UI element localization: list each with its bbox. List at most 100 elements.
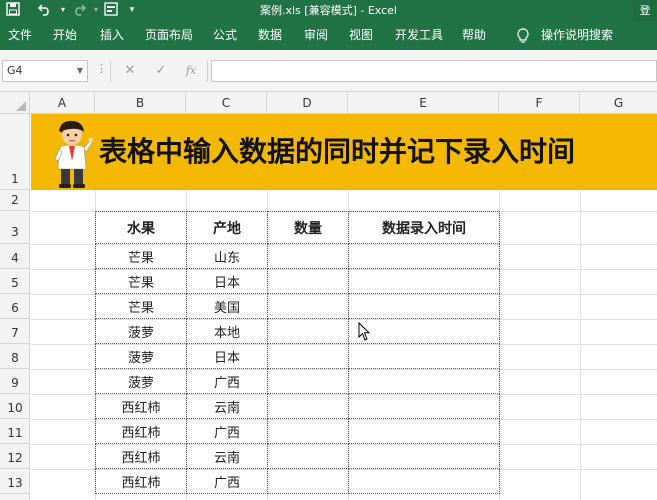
table-row: 西红柿 云南	[95, 393, 500, 419]
quantity-cell[interactable]	[267, 393, 349, 419]
tell-me-search[interactable]: 操作说明搜索	[541, 21, 613, 50]
table-row: 芒果 日本	[95, 268, 500, 294]
origin-cell[interactable]: 云南	[186, 393, 268, 419]
row-header[interactable]: 7	[0, 319, 30, 344]
tab-view[interactable]: 视图	[349, 21, 373, 50]
tab-file[interactable]: 文件	[8, 21, 32, 50]
tab-page-layout[interactable]: 页面布局	[145, 21, 193, 50]
splitter-icon[interactable]: ⋮	[96, 62, 107, 75]
origin-cell[interactable]: 美国	[186, 293, 268, 319]
entry-time-cell[interactable]	[348, 368, 500, 394]
chevron-down-icon[interactable]: ▼	[77, 61, 83, 81]
entry-time-cell[interactable]	[348, 268, 500, 294]
entry-time-cell[interactable]	[348, 343, 500, 369]
table-row: 菠萝 广西	[95, 368, 500, 394]
origin-cell[interactable]: 云南	[186, 443, 268, 469]
fruit-cell[interactable]: 菠萝	[95, 318, 187, 344]
header-quantity[interactable]: 数量	[267, 211, 349, 244]
quantity-cell[interactable]	[267, 443, 349, 469]
tab-help[interactable]: 帮助	[462, 21, 486, 50]
table-row: 西红柿 云南	[95, 443, 500, 469]
entry-time-cell[interactable]	[348, 418, 500, 444]
header-origin[interactable]: 产地	[186, 211, 268, 244]
fruit-cell[interactable]: 菠萝	[95, 343, 187, 369]
row-header[interactable]: 4	[0, 244, 30, 269]
entry-time-cell[interactable]	[348, 243, 500, 269]
entry-time-cell[interactable]	[348, 468, 500, 494]
origin-cell[interactable]: 山东	[186, 243, 268, 269]
column-header-b[interactable]: B	[95, 92, 186, 114]
row-header[interactable]: 6	[0, 294, 30, 319]
row-header[interactable]: 10	[0, 394, 30, 419]
mouse-pointer-icon	[358, 322, 371, 341]
quantity-cell[interactable]	[267, 418, 349, 444]
row-header[interactable]: 5	[0, 269, 30, 294]
fruit-cell[interactable]: 菠萝	[95, 368, 187, 394]
row-header[interactable]: 9	[0, 369, 30, 394]
entry-time-cell[interactable]	[348, 443, 500, 469]
fruit-cell[interactable]: 西红柿	[95, 393, 187, 419]
insert-function-icon[interactable]: fx	[181, 62, 201, 80]
row-header[interactable]: 2	[0, 190, 30, 211]
fruit-cell[interactable]: 芒果	[95, 268, 187, 294]
enter-icon[interactable]: ✓	[151, 62, 171, 80]
banner-title: 表格中输入数据的同时并记下录入时间	[99, 135, 576, 168]
column-header-e[interactable]: E	[348, 92, 499, 114]
businessman-mascot-icon	[54, 120, 93, 188]
fruit-cell[interactable]: 西红柿	[95, 443, 187, 469]
quantity-cell[interactable]	[267, 318, 349, 344]
table-row: 芒果 山东	[95, 243, 500, 269]
login-button[interactable]: 登	[633, 0, 657, 21]
column-header-a[interactable]: A	[30, 92, 95, 114]
column-header-g[interactable]: G	[580, 92, 657, 114]
table-row: 菠萝 本地	[95, 318, 500, 344]
column-header-c[interactable]: C	[186, 92, 267, 114]
table-header-row: 水果 产地 数量 数据录入时间	[95, 211, 500, 244]
header-fruit[interactable]: 水果	[95, 211, 187, 244]
row-header[interactable]: 12	[0, 444, 30, 469]
fruit-cell[interactable]: 西红柿	[95, 468, 187, 494]
origin-cell[interactable]: 广西	[186, 368, 268, 394]
origin-cell[interactable]: 日本	[186, 343, 268, 369]
fruit-cell[interactable]: 芒果	[95, 243, 187, 269]
quantity-cell[interactable]	[267, 368, 349, 394]
tab-developer[interactable]: 开发工具	[395, 21, 443, 50]
origin-cell[interactable]: 日本	[186, 268, 268, 294]
row-header[interactable]: 11	[0, 419, 30, 444]
tab-review[interactable]: 审阅	[304, 21, 328, 50]
select-all-button[interactable]	[0, 92, 30, 114]
tab-insert[interactable]: 插入	[100, 21, 124, 50]
row-header[interactable]: 8	[0, 344, 30, 369]
tab-formulas[interactable]: 公式	[213, 21, 237, 50]
fruit-cell[interactable]: 西红柿	[95, 418, 187, 444]
quantity-cell[interactable]	[267, 468, 349, 494]
quantity-cell[interactable]	[267, 343, 349, 369]
title-banner[interactable]: 表格中输入数据的同时并记下录入时间	[31, 114, 657, 190]
row-header[interactable]: 1	[0, 114, 30, 190]
row-header[interactable]: 13	[0, 469, 30, 494]
entry-time-cell[interactable]	[348, 393, 500, 419]
row-header[interactable]: 3	[0, 211, 30, 244]
title-bar: ▾ ▾ ▾ 案例.xls [兼容模式] - Excel 登	[0, 0, 657, 21]
tab-home[interactable]: 开始	[53, 21, 77, 50]
origin-cell[interactable]: 广西	[186, 468, 268, 494]
divider	[207, 60, 208, 82]
origin-cell[interactable]: 广西	[186, 418, 268, 444]
table-row: 芒果 美国	[95, 293, 500, 319]
header-entry-time[interactable]: 数据录入时间	[348, 211, 500, 244]
formula-input[interactable]	[211, 60, 657, 82]
tab-data[interactable]: 数据	[258, 21, 282, 50]
column-header-f[interactable]: F	[499, 92, 580, 114]
column-header-d[interactable]: D	[267, 92, 348, 114]
quantity-cell[interactable]	[267, 293, 349, 319]
quantity-cell[interactable]	[267, 243, 349, 269]
lightbulb-icon[interactable]	[516, 21, 530, 50]
cancel-icon[interactable]: ✕	[120, 62, 140, 80]
entry-time-cell[interactable]	[348, 293, 500, 319]
ribbon-tabs: 文件 开始 插入 页面布局 公式 数据 审阅 视图 开发工具 帮助 操作说明搜索	[0, 21, 657, 50]
quantity-cell[interactable]	[267, 268, 349, 294]
column-headers: A B C D E F G	[0, 92, 657, 114]
origin-cell[interactable]: 本地	[186, 318, 268, 344]
name-box[interactable]: G4 ▼	[2, 60, 88, 82]
fruit-cell[interactable]: 芒果	[95, 293, 187, 319]
